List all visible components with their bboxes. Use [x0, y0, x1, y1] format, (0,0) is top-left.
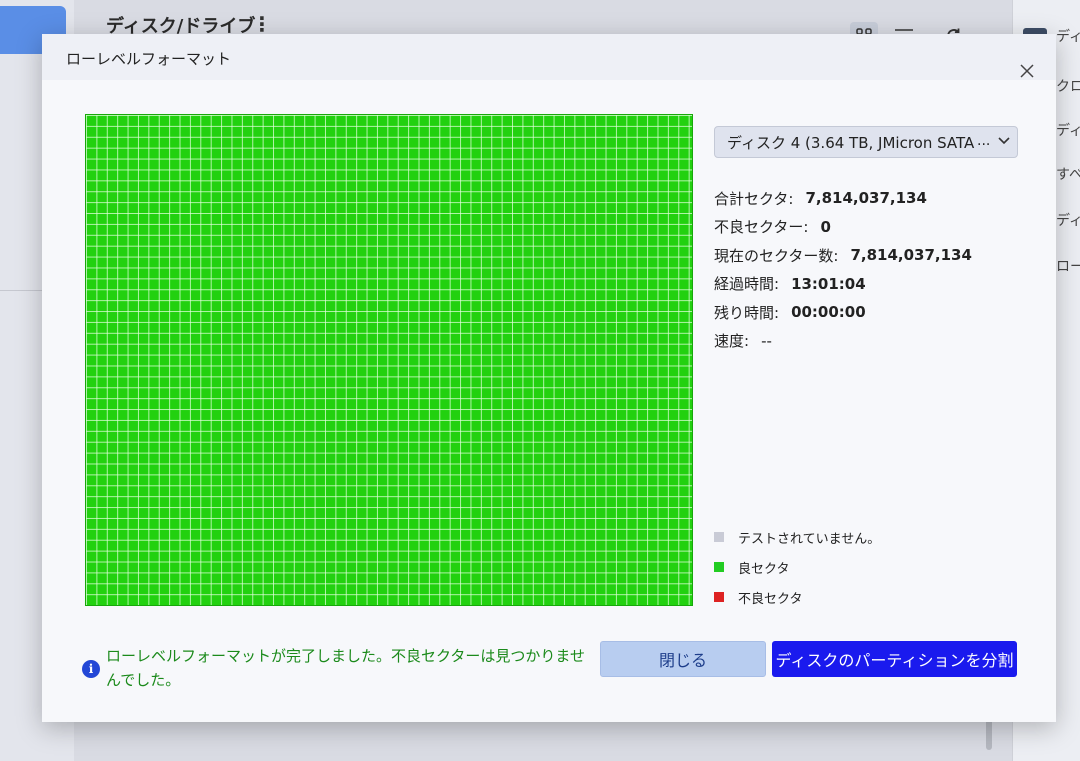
dialog-title: ローレベルフォーマット [66, 50, 232, 68]
stat-value: -- [761, 331, 772, 350]
sector-map [85, 114, 693, 606]
stat-value: 00:00:00 [791, 303, 866, 322]
dialog-header: ローレベルフォーマット [42, 34, 1056, 80]
stat-remaining-time: 残り時間: 00:00:00 [714, 298, 972, 327]
disk-select-ellipsis: ... [977, 133, 991, 149]
stat-label: 不良セクター: [714, 218, 809, 237]
stat-label: 速度: [714, 332, 750, 351]
more-menu-icon[interactable]: ⋮ [252, 12, 272, 36]
stat-total-sectors: 合計セクタ: 7,814,037,134 [714, 184, 972, 213]
right-panel-item[interactable]: ディ [1056, 120, 1080, 140]
legend-label: 良セクタ [738, 561, 790, 577]
info-icon: i [82, 660, 100, 678]
stat-elapsed-time: 経過時間: 13:01:04 [714, 270, 972, 299]
stat-value: 0 [820, 217, 831, 236]
format-stats: 合計セクタ: 7,814,037,134 不良セクター: 0 現在のセクター数:… [714, 184, 972, 355]
close-button[interactable]: 閉じる [600, 641, 766, 677]
stat-bad-sectors: 不良セクター: 0 [714, 213, 972, 242]
legend-label: テストされていません。 [738, 531, 881, 547]
stat-label: 残り時間: [714, 303, 780, 322]
stat-value: 7,814,037,134 [805, 189, 927, 208]
stat-value: 7,814,037,134 [850, 246, 972, 265]
legend-untested: テストされていません。 [714, 522, 880, 552]
stat-label: 経過時間: [714, 275, 780, 294]
legend-swatch [714, 562, 724, 572]
legend-label: 不良セクタ [738, 591, 803, 607]
chevron-down-icon [998, 137, 1010, 145]
stat-value: 13:01:04 [791, 274, 866, 293]
stat-label: 現在のセクター数: [714, 246, 839, 265]
right-panel-item[interactable]: ロー [1056, 256, 1080, 276]
legend-swatch [714, 592, 724, 602]
sector-legend: テストされていません。 良セクタ 不良セクタ [714, 522, 880, 612]
right-panel-item[interactable]: ディ [1056, 26, 1080, 46]
right-panel-item[interactable]: すべ [1056, 164, 1080, 184]
status-message: ローレベルフォーマットが完了しました。不良セクターは見つかりませんでした。 [106, 647, 585, 689]
right-panel-item[interactable]: クロ [1056, 76, 1080, 96]
legend-swatch [714, 532, 724, 542]
stat-label: 合計セクタ: [714, 189, 794, 208]
low-level-format-dialog: ローレベルフォーマット ディスク 4 (3.64 TB, JMicron SAT… [42, 34, 1056, 722]
split-partition-button[interactable]: ディスクのパーティションを分割 [772, 641, 1017, 677]
close-icon[interactable] [1014, 58, 1040, 84]
stat-current-sectors: 現在のセクター数: 7,814,037,134 [714, 241, 972, 270]
legend-good: 良セクタ [714, 552, 880, 582]
legend-bad: 不良セクタ [714, 582, 880, 612]
disk-select[interactable]: ディスク 4 (3.64 TB, JMicron SATA ... [714, 126, 1018, 158]
disk-select-value: ディスク 4 (3.64 TB, JMicron SATA [727, 133, 975, 152]
stat-speed: 速度: -- [714, 327, 972, 356]
right-panel-item[interactable]: ディ [1056, 210, 1080, 230]
